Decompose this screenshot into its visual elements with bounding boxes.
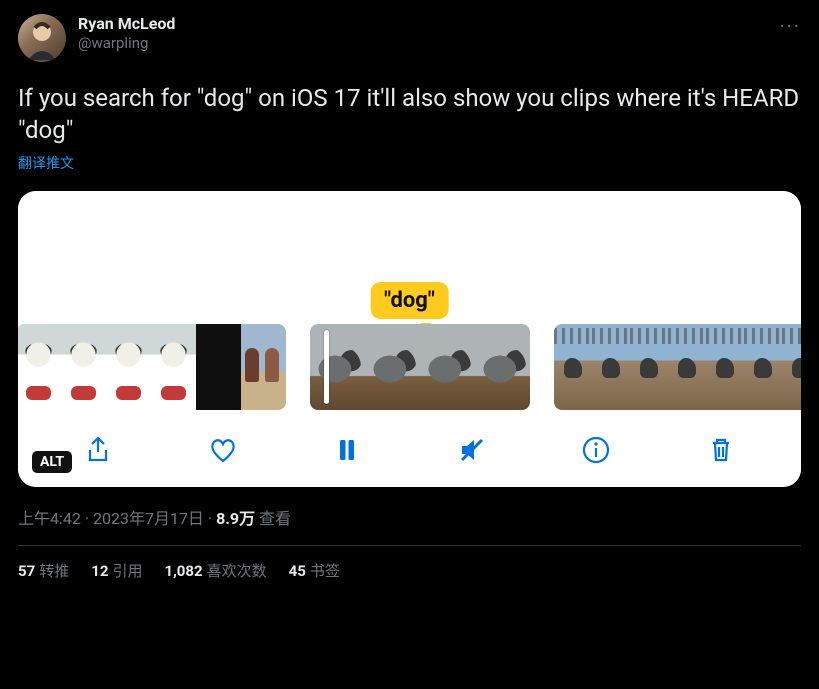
avatar[interactable] <box>18 14 66 62</box>
video-frame <box>630 324 668 410</box>
author-names[interactable]: Ryan McLeod @warpling <box>78 14 175 53</box>
clip-group[interactable] <box>18 324 286 410</box>
tweet-container: Ryan McLeod @warpling ··· If you search … <box>0 0 819 581</box>
meta-dot: · <box>204 509 216 528</box>
video-frame <box>554 324 592 410</box>
stat-label: 引用 <box>112 562 142 580</box>
translate-link[interactable]: 翻译推文 <box>18 153 74 173</box>
heart-icon[interactable] <box>205 432 241 468</box>
video-timeline-strip[interactable] <box>18 321 801 413</box>
trash-icon[interactable] <box>703 432 739 468</box>
stat-label: 喜欢次数 <box>207 562 267 580</box>
pause-icon[interactable] <box>329 432 365 468</box>
video-frame <box>241 324 286 410</box>
video-frame <box>475 324 530 410</box>
playhead-scrubber[interactable] <box>324 330 329 404</box>
video-frame <box>18 324 61 410</box>
stat-number: 57 <box>18 562 35 580</box>
stat-number: 1,082 <box>164 562 202 580</box>
tweet-stats: 57转推 12引用 1,082 喜欢次数 45书签 <box>18 560 801 581</box>
video-frame <box>420 324 475 410</box>
video-frame <box>782 324 801 410</box>
likes-stat[interactable]: 1,082 喜欢次数 <box>164 560 266 581</box>
avatar-image <box>18 14 66 62</box>
video-frame <box>61 324 106 410</box>
clip-group-active[interactable] <box>310 324 530 410</box>
media-controls <box>18 413 801 487</box>
search-term-bubble: "dog" <box>370 282 449 319</box>
video-frame <box>744 324 782 410</box>
tweet-header: Ryan McLeod @warpling ··· <box>18 14 801 62</box>
video-frame <box>668 324 706 410</box>
views-count: 8.9万 <box>216 509 255 528</box>
quotes-stat[interactable]: 12引用 <box>91 560 142 581</box>
meta-time: 上午4:42 <box>18 509 81 528</box>
divider <box>18 545 801 546</box>
stat-label: 转推 <box>39 562 69 580</box>
retweets-stat[interactable]: 57转推 <box>18 560 69 581</box>
video-frame <box>365 324 420 410</box>
tweet-meta[interactable]: 上午4:42 · 2023年7月17日 · 8.9万 查看 <box>18 505 801 529</box>
video-frame <box>196 324 241 410</box>
views-label: 查看 <box>255 509 291 528</box>
video-frame <box>310 324 365 410</box>
clip-group[interactable] <box>554 324 801 410</box>
alt-badge[interactable]: ALT <box>32 451 72 473</box>
display-name: Ryan McLeod <box>78 14 175 34</box>
meta-dot: · <box>81 509 93 528</box>
info-icon[interactable] <box>578 432 614 468</box>
stat-number: 45 <box>289 562 306 580</box>
stat-number: 12 <box>91 562 108 580</box>
more-options-icon[interactable]: ··· <box>779 14 801 38</box>
video-frame <box>706 324 744 410</box>
meta-date: 2023年7月17日 <box>93 509 204 528</box>
video-frame <box>151 324 196 410</box>
handle: @warpling <box>78 34 175 53</box>
share-icon[interactable] <box>80 432 116 468</box>
mute-icon[interactable] <box>454 432 490 468</box>
video-frame <box>106 324 151 410</box>
tweet-text: If you search for "dog" on iOS 17 it'll … <box>18 82 801 147</box>
media-card[interactable]: "dog" <box>18 191 801 487</box>
bookmarks-stat[interactable]: 45书签 <box>289 560 340 581</box>
media-top-area: "dog" <box>18 191 801 321</box>
stat-label: 书签 <box>310 562 340 580</box>
video-frame <box>592 324 630 410</box>
